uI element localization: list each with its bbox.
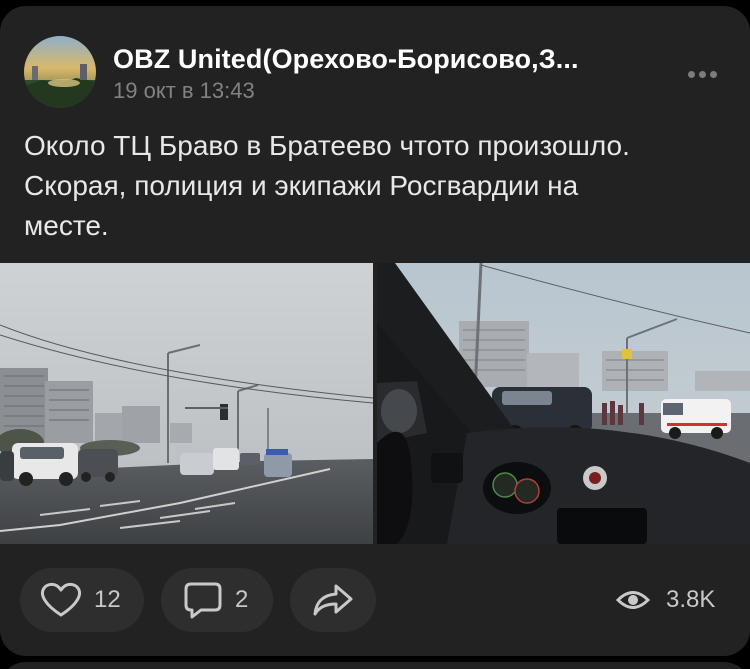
post-time[interactable]: 19 окт в 13:43 [113,78,255,104]
car-interior-photo[interactable] [377,263,750,544]
eye-icon [616,591,650,609]
next-post-card [0,662,750,669]
views-counter: 3.8K [616,584,715,616]
like-button[interactable]: 12 [20,568,144,632]
avatar-image [24,36,96,108]
post-card: OBZ United(Орехово-Борисово,З... 19 окт … [0,6,750,656]
more-dots-icon[interactable] [682,64,722,84]
street-photo[interactable] [0,263,373,544]
views-count: 3.8K [666,586,716,613]
comment-count: 2 [235,586,249,613]
share-button[interactable] [290,568,376,632]
like-count: 12 [94,586,121,613]
author-name[interactable]: OBZ United(Орехово-Борисово,З... [113,44,673,75]
heart-icon [41,582,81,617]
avatar[interactable] [24,36,96,108]
comment-button[interactable]: 2 [161,568,273,632]
post-text-line: Скорая, полиция и экипажи Росгвардии на [24,170,579,201]
post-text-line: месте. [24,210,109,241]
post-text: Около ТЦ Браво в Братеево чтото произошл… [24,126,724,246]
share-arrow-icon [313,584,353,616]
post-text-line: Около ТЦ Браво в Братеево чтото произошл… [24,130,630,161]
comment-icon [184,582,222,619]
